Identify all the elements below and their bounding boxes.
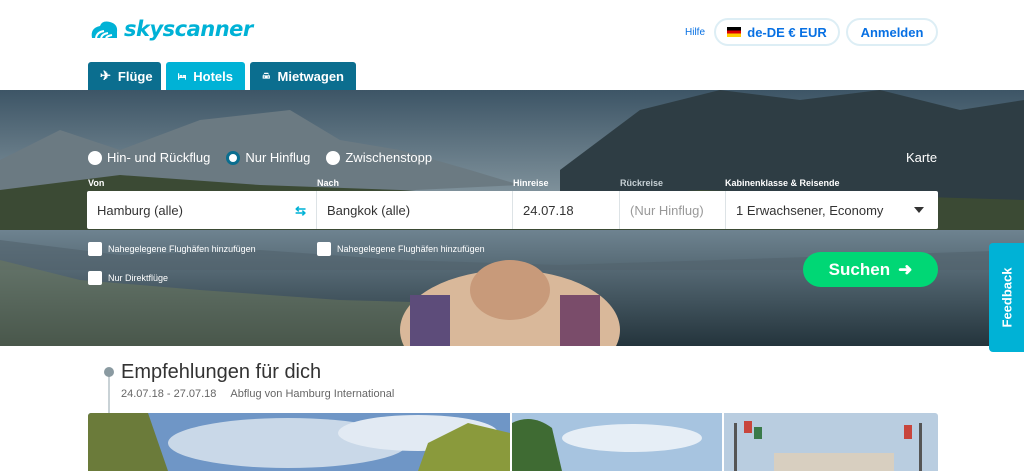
swap-icon[interactable]: ⇆ — [295, 203, 306, 219]
feedback-label: Feedback — [999, 267, 1015, 328]
bed-icon — [178, 72, 187, 80]
recommendations-dates: 24.07.18 - 27.07.18 — [121, 388, 217, 400]
search-button-label: Suchen — [828, 259, 891, 279]
return-date-value: (Nur Hinflug) — [630, 202, 704, 218]
destination-photo — [512, 413, 722, 471]
radio-return-trip-label: Hin- und Rückflug — [107, 150, 211, 165]
destination-photo — [88, 413, 510, 471]
chevron-down-icon — [914, 207, 924, 213]
radio-return-trip[interactable]: Hin- und Rückflug — [88, 150, 210, 165]
vertical-tabs: ✈ Flüge Hotels Mietwagen — [88, 62, 356, 90]
direct-flights-box[interactable] — [88, 271, 102, 285]
recommendation-card[interactable] — [512, 413, 722, 471]
airplane-icon: ✈ — [100, 68, 111, 83]
arrow-right-icon: ➜ — [898, 259, 913, 279]
radio-one-way[interactable]: Nur Hinflug — [226, 150, 310, 165]
cloud-logo-icon — [91, 21, 118, 39]
german-flag-icon — [727, 27, 742, 37]
car-icon — [262, 72, 270, 79]
nearby-airports-to-checkbox[interactable]: Nahegelegene Flughäfen hinzufügen — [317, 242, 485, 256]
direct-flights-label: Nur Direktflüge — [108, 273, 169, 283]
from-field-label: Von — [88, 178, 105, 188]
logo-text: skyscanner — [124, 17, 253, 41]
help-link[interactable]: Hilfe — [685, 27, 705, 38]
recommendations-title: Empfehlungen für dich — [121, 361, 322, 383]
search-button[interactable]: Suchen ➜ — [803, 252, 938, 287]
cabin-travellers-value: 1 Erwachsener, Economy — [736, 202, 884, 218]
from-input-value: Hamburg (alle) — [97, 202, 183, 218]
return-field-label: Rückreise — [620, 178, 664, 188]
map-link[interactable]: Karte — [906, 150, 937, 165]
login-button[interactable]: Anmelden — [846, 18, 938, 46]
nearby-airports-from-box[interactable] — [88, 242, 102, 256]
page: skyscanner Hilfe de-DE € EUR Anmelden ✈ … — [0, 0, 1024, 471]
depart-field-label: Hinreise — [513, 178, 549, 188]
locale-currency-button[interactable]: de-DE € EUR — [714, 18, 840, 46]
to-input[interactable]: Bangkok (alle) — [317, 191, 513, 229]
radio-multi-city-label: Zwischenstopp — [345, 150, 433, 165]
tab-car-hire-label: Mietwagen — [277, 68, 344, 84]
radio-one-way-circle[interactable] — [226, 150, 241, 165]
tab-flights[interactable]: ✈ Flüge — [88, 62, 161, 90]
radio-multi-city-circle[interactable] — [326, 150, 341, 165]
nearby-airports-from-label: Nahegelegene Flughäfen hinzufügen — [108, 244, 256, 254]
trip-type-options: Hin- und Rückflug Nur Hinflug Zwischenst… — [88, 150, 432, 165]
cabin-travellers-select[interactable]: 1 Erwachsener, Economy — [726, 191, 938, 229]
depart-date-value: 24.07.18 — [523, 202, 574, 218]
tab-flights-label: Flüge — [117, 68, 153, 84]
recommendations-subtitle: 24.07.18 - 27.07.18 Abflug von Hamburg I… — [121, 388, 394, 400]
nearby-airports-to-box[interactable] — [317, 242, 331, 256]
skyscanner-logo[interactable]: skyscanner — [88, 17, 253, 41]
search-hero: Hin- und Rückflug Nur Hinflug Zwischenst… — [0, 90, 1024, 346]
feedback-tab[interactable]: Feedback — [989, 243, 1024, 352]
to-field-label: Nach — [317, 178, 340, 188]
recommendation-card[interactable] — [88, 413, 510, 471]
tab-car-hire[interactable]: Mietwagen — [250, 62, 356, 90]
recommendation-cards — [88, 413, 938, 471]
timeline-dot — [104, 367, 114, 377]
return-date-input[interactable]: (Nur Hinflug) — [620, 191, 726, 229]
from-input[interactable]: Hamburg (alle) ⇆ — [87, 191, 317, 229]
depart-date-input[interactable]: 24.07.18 — [513, 191, 620, 229]
radio-multi-city[interactable]: Zwischenstopp — [326, 150, 432, 165]
locale-label: de-DE € EUR — [747, 24, 827, 40]
tab-hotels[interactable]: Hotels — [166, 62, 245, 90]
destination-photo — [724, 413, 938, 471]
nearby-airports-to-label: Nahegelegene Flughäfen hinzufügen — [337, 244, 485, 254]
radio-return-trip-circle[interactable] — [88, 150, 102, 165]
cabin-field-label: Kabinenklasse & Reisende — [725, 178, 840, 188]
radio-one-way-label: Nur Hinflug — [245, 150, 311, 165]
direct-flights-checkbox[interactable]: Nur Direktflüge — [88, 271, 168, 285]
nearby-airports-from-checkbox[interactable]: Nahegelegene Flughäfen hinzufügen — [88, 242, 256, 256]
flight-search-form: Hamburg (alle) ⇆ Bangkok (alle) 24.07.18… — [87, 191, 938, 229]
recommendation-card[interactable] — [724, 413, 938, 471]
recommendations-departure: Abflug von Hamburg International — [230, 388, 395, 400]
to-input-value: Bangkok (alle) — [327, 202, 411, 218]
tab-hotels-label: Hotels — [193, 68, 233, 84]
